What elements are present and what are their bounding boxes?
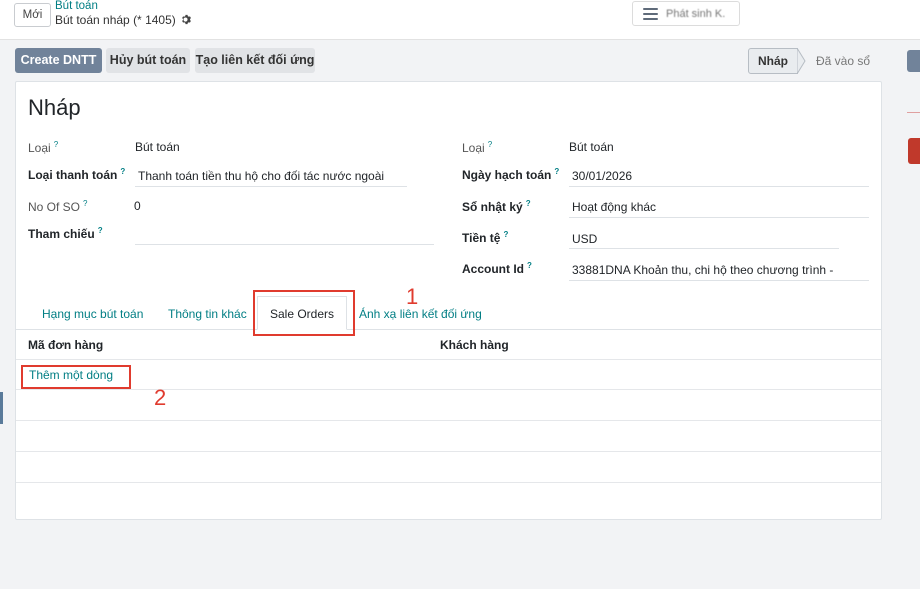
field-underline — [569, 280, 869, 281]
center-menu-label: Phát sinh K. — [666, 8, 726, 20]
column-header-customer[interactable]: Khách hàng — [440, 338, 509, 352]
status-posted[interactable]: Đã vào sổ — [804, 48, 882, 74]
top-control-panel: Mới Bút toán Bút toán nháp (* 1405) Phát… — [0, 0, 920, 40]
field-account[interactable]: 33881DNA Khoản thu, chi hộ theo chương t… — [572, 263, 833, 277]
column-header-order-code[interactable]: Mã đơn hàng — [28, 338, 103, 352]
annotation-box-2 — [21, 365, 131, 389]
field-label-loai: Loại? — [28, 140, 59, 155]
left-edge-marker — [0, 392, 3, 424]
tab-other-info[interactable]: Thông tin khác — [168, 307, 247, 321]
status-draft[interactable]: Nháp — [748, 48, 798, 74]
help-icon[interactable]: ? — [554, 167, 559, 176]
field-label-date: Ngày hạch toán? — [462, 167, 560, 182]
help-icon[interactable]: ? — [54, 140, 58, 149]
table-row-divider — [16, 389, 881, 390]
table-row-divider — [16, 451, 881, 452]
side-divider — [907, 112, 920, 113]
tab-journal-items[interactable]: Hạng mục bút toán — [42, 307, 143, 321]
new-button[interactable]: Mới — [14, 3, 51, 27]
cancel-entry-button[interactable]: Hủy bút toán — [106, 48, 190, 73]
help-icon[interactable]: ? — [527, 261, 532, 270]
field-label-loai-right: Loại? — [462, 140, 493, 155]
field-underline — [135, 244, 434, 245]
menu-icon — [643, 8, 658, 20]
field-reference-input[interactable] — [138, 226, 434, 243]
breadcrumb-current: Bút toán nháp (* 1405) — [55, 13, 176, 27]
help-icon[interactable]: ? — [120, 167, 125, 176]
field-label-reference: Tham chiếu? — [28, 226, 103, 241]
create-link-button[interactable]: Tạo liên kết đối ứng — [195, 48, 315, 73]
tab-link-mapping[interactable]: Ánh xạ liên kết đối ứng — [359, 307, 482, 321]
field-date[interactable]: 30/01/2026 — [572, 169, 632, 183]
side-panel-tab[interactable] — [907, 50, 920, 72]
annotation-number-2: 2 — [154, 385, 167, 410]
help-icon[interactable]: ? — [98, 226, 103, 235]
breadcrumb-parent-link[interactable]: Bút toán — [55, 0, 98, 12]
field-label-payment-type: Loại thanh toán? — [28, 167, 126, 182]
help-icon[interactable]: ? — [83, 199, 87, 208]
tabs-divider — [16, 329, 881, 330]
center-menu-button[interactable]: Phát sinh K. — [632, 1, 740, 26]
help-icon[interactable]: ? — [503, 230, 508, 239]
field-label-account: Account Id? — [462, 261, 532, 276]
help-icon[interactable]: ? — [526, 199, 531, 208]
field-underline — [135, 186, 407, 187]
field-label-currency: Tiền tệ? — [462, 230, 509, 245]
field-currency[interactable]: USD — [572, 232, 597, 246]
field-value-loai-right: Bút toán — [569, 140, 614, 154]
annotation-number-1: 1 — [406, 284, 419, 309]
side-panel-alert[interactable] — [908, 138, 920, 164]
table-row-divider — [16, 420, 881, 421]
field-journal[interactable]: Hoạt động khác — [572, 200, 656, 214]
table-row-divider — [16, 359, 881, 360]
page-title: Nháp — [28, 95, 81, 120]
annotation-box-1 — [253, 290, 355, 336]
field-value-loai: Bút toán — [135, 140, 180, 154]
table-row-divider — [16, 482, 881, 483]
create-dntt-button[interactable]: Create DNTT — [15, 48, 102, 73]
field-underline — [569, 186, 869, 187]
field-label-journal: Sổ nhật ký? — [462, 199, 531, 214]
field-underline — [569, 217, 869, 218]
field-payment-type[interactable]: Thanh toán tiền thu hộ cho đối tác nước … — [138, 169, 384, 183]
field-value-no-of-so: 0 — [134, 199, 141, 213]
help-icon[interactable]: ? — [488, 140, 492, 149]
field-label-no-of-so: No Of SO? — [28, 199, 88, 214]
field-underline — [569, 248, 839, 249]
gear-icon[interactable] — [180, 14, 191, 25]
